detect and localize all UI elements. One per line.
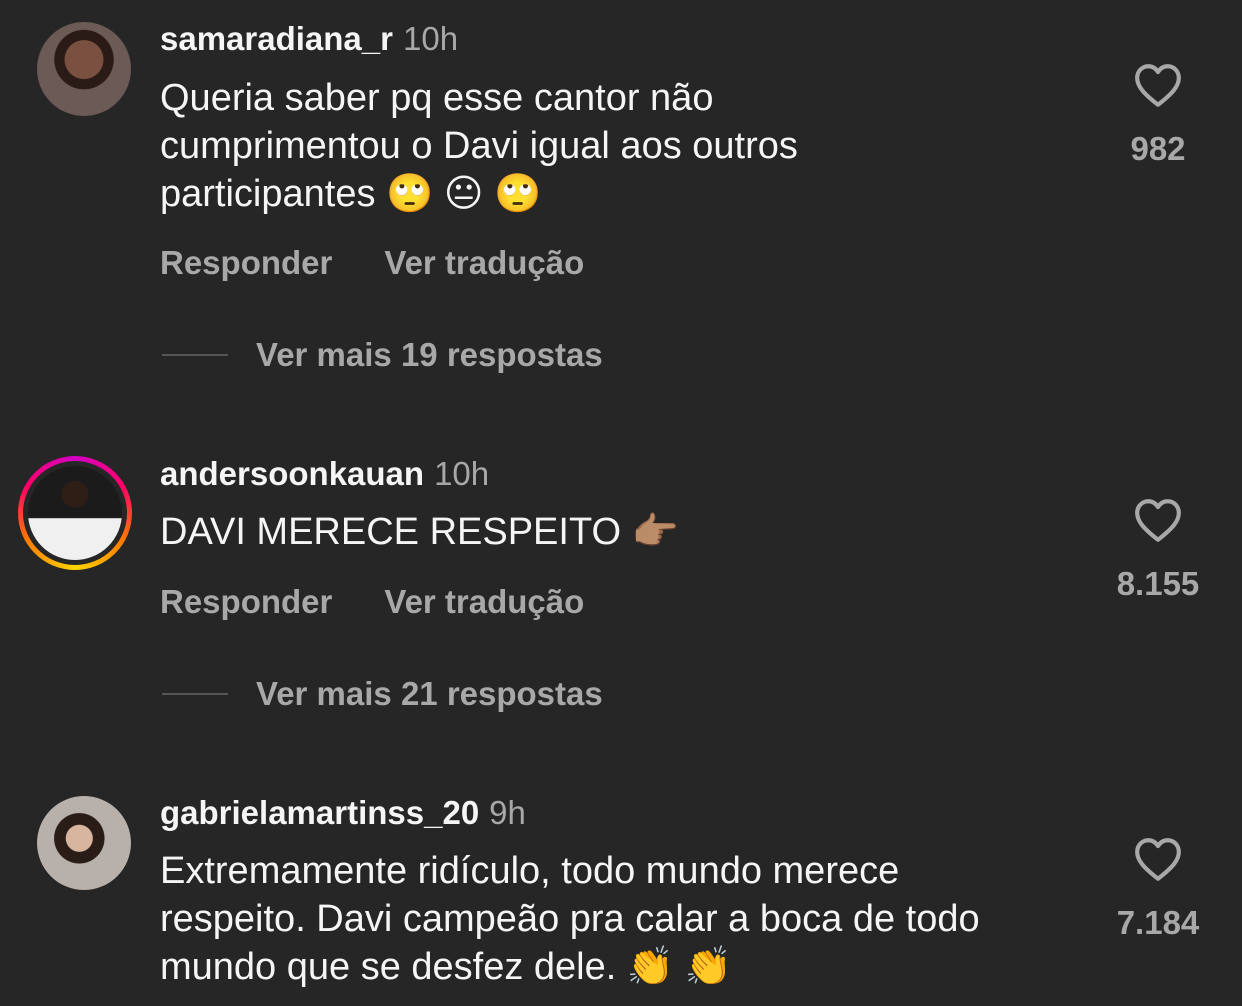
heart-outline-icon[interactable] bbox=[1133, 836, 1183, 882]
like-count: 7.184 bbox=[1116, 904, 1200, 941]
heart-outline-icon[interactable] bbox=[1133, 497, 1183, 543]
comment-actions: Responder Ver tradução bbox=[160, 583, 584, 621]
like-group: 8.155 bbox=[1088, 497, 1228, 603]
timestamp: 9h bbox=[489, 794, 526, 831]
view-more-replies[interactable]: Ver mais 21 respostas bbox=[162, 675, 603, 713]
timestamp: 10h bbox=[434, 455, 490, 492]
replies-divider bbox=[162, 354, 228, 356]
avatar bbox=[28, 466, 122, 560]
comment-header: samaradiana_r 10h bbox=[160, 20, 458, 58]
reply-button[interactable]: Responder bbox=[160, 583, 332, 621]
view-more-replies-label: Ver mais 19 respostas bbox=[256, 336, 603, 373]
comment-header: andersoonkauan 10h bbox=[160, 455, 489, 493]
username[interactable]: gabrielamartinss_20 bbox=[160, 794, 479, 831]
comment-text: Queria saber pq esse cantor não cumprime… bbox=[160, 77, 798, 215]
reply-button[interactable]: Responder bbox=[160, 244, 332, 282]
timestamp: 10h bbox=[402, 20, 459, 57]
username[interactable]: andersoonkauan bbox=[160, 455, 424, 492]
avatar-ring-gap bbox=[23, 461, 127, 565]
avatar[interactable] bbox=[37, 22, 131, 116]
view-more-replies-label: Ver mais 21 respostas bbox=[256, 675, 603, 712]
like-group: 7.184 bbox=[1088, 836, 1228, 942]
like-group: 982 bbox=[1088, 62, 1228, 168]
replies-divider bbox=[162, 693, 228, 695]
like-count: 982 bbox=[1130, 130, 1186, 167]
comment-actions: Responder Ver tradução bbox=[160, 244, 584, 282]
translate-button[interactable]: Ver tradução bbox=[384, 244, 584, 282]
comment-text: DAVI MERECE RESPEITO 👉🏽 bbox=[160, 511, 679, 553]
avatar[interactable] bbox=[37, 796, 131, 890]
avatar-story-ring[interactable] bbox=[18, 456, 132, 570]
heart-outline-icon[interactable] bbox=[1133, 62, 1183, 108]
comment-text: Extremamente ridículo, todo mundo merece… bbox=[160, 850, 980, 988]
comment-header: gabrielamartinss_20 9h bbox=[160, 794, 526, 832]
view-more-replies[interactable]: Ver mais 19 respostas bbox=[162, 336, 603, 374]
translate-button[interactable]: Ver tradução bbox=[384, 583, 584, 621]
like-count: 8.155 bbox=[1116, 565, 1200, 602]
username[interactable]: samaradiana_r bbox=[160, 20, 393, 57]
